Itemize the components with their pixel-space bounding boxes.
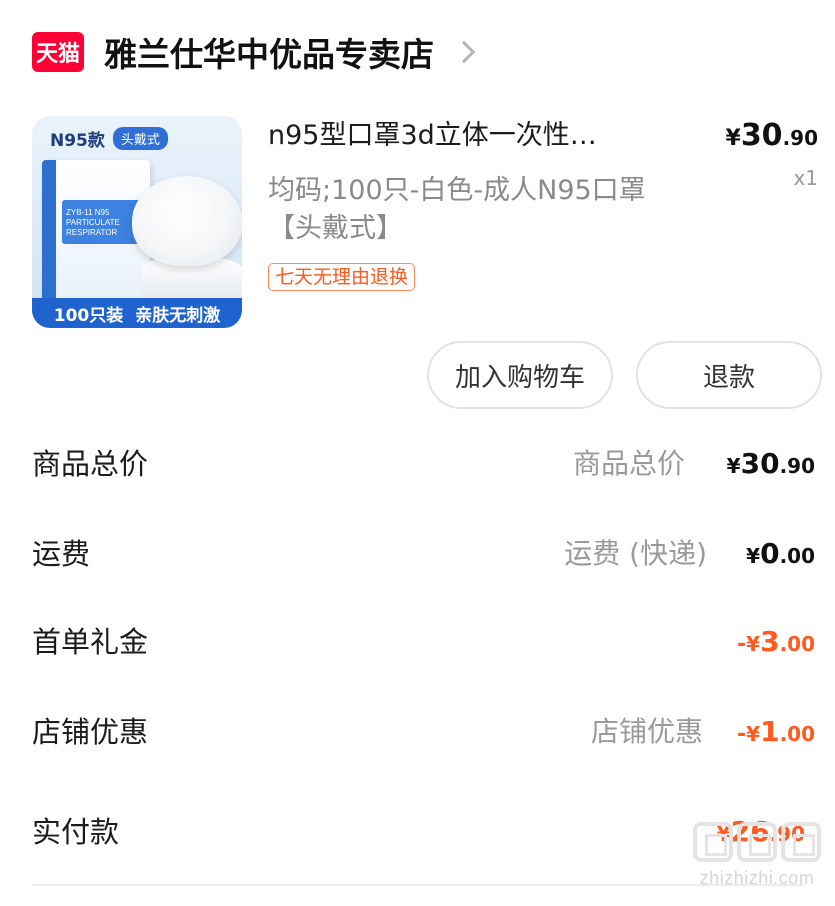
store-header[interactable]: 天猫 雅兰仕华中优品专卖店 [0, 0, 835, 104]
shipping-decimal: .00 [779, 544, 815, 568]
shipping-integer: 0 [760, 537, 780, 570]
watermark-glyph [781, 822, 821, 862]
chevron-right-icon[interactable] [452, 40, 476, 64]
return-policy-badge: 七天无理由退换 [268, 263, 416, 291]
store-name[interactable]: 雅兰仕华中优品专卖店 [104, 28, 434, 76]
summary-row-store-discount: 店铺优惠 店铺优惠 -¥1.00 [0, 702, 835, 762]
goods-total-sublabel: 商品总价 [572, 447, 685, 480]
store-discount-integer: 1 [760, 715, 780, 748]
shipping-sublabel: 运费 (快递) [564, 537, 707, 570]
tmall-badge-label: 天猫 [35, 42, 80, 67]
mask-image [132, 176, 242, 266]
shipping-amount: ¥0.00 [746, 524, 815, 588]
goods-total-decimal: .90 [779, 454, 815, 478]
goods-total-amount: ¥30.90 [727, 434, 815, 498]
store-discount-currency: ¥ [746, 722, 761, 746]
first-order-gift-currency: ¥ [746, 632, 761, 656]
thumb-banner: 100只装 亲肤无刺激 [32, 298, 242, 328]
watermark: zhizhizhi.com [693, 822, 821, 889]
goods-total-integer: 30 [740, 447, 780, 480]
summary-row-goods-total: 商品总价 商品总价 ¥30.90 [0, 434, 835, 494]
first-order-gift-integer: 3 [760, 625, 780, 658]
shipping-currency: ¥ [746, 544, 761, 568]
refund-button[interactable]: 退款 [636, 341, 822, 409]
shipping-label: 运费 [32, 537, 91, 571]
summary-row-shipping: 运费 运费 (快递) ¥0.00 [0, 524, 835, 584]
summary-row-first-order-gift: 首单礼金 -¥3.00 [0, 612, 835, 672]
paid-label: 实付款 [32, 815, 120, 849]
store-discount-label: 店铺优惠 [32, 715, 149, 749]
price-integer: 30 [740, 118, 783, 153]
first-order-gift-amount: -¥3.00 [737, 612, 815, 676]
thumb-tag-label: 头戴式 [112, 127, 168, 150]
store-discount-sign: - [737, 722, 747, 747]
first-order-gift-decimal: .00 [779, 632, 815, 656]
product-title[interactable]: n95型口罩3d立体一次性… [268, 118, 688, 154]
price-decimal: .90 [782, 126, 818, 150]
store-discount-amount: -¥1.00 [737, 702, 815, 766]
store-discount-decimal: .00 [779, 722, 815, 746]
product-spec: 均码;100只-白色-成人N95口罩【头戴式】 [268, 175, 646, 244]
tmall-logo-icon: 天猫 [32, 32, 84, 72]
thumb-banner-feature: 亲肤无刺激 [135, 305, 221, 326]
product-thumbnail[interactable]: N95款 头戴式 ZYB-11 N95 PARTICULATE RESPIRAT… [32, 116, 242, 328]
watermark-logo-icon [693, 822, 821, 862]
price-currency: ¥ [725, 126, 741, 151]
watermark-glyph [737, 822, 777, 862]
watermark-glyph [693, 822, 733, 862]
watermark-text: zhizhizhi.com [699, 868, 815, 888]
first-order-gift-label: 首单礼金 [32, 625, 149, 659]
first-order-gift-sign: - [737, 632, 747, 657]
divider [32, 884, 803, 886]
store-discount-sublabel: 店铺优惠 [590, 715, 703, 748]
thumb-banner-count: 100只装 [53, 305, 124, 326]
goods-total-label: 商品总价 [32, 447, 149, 481]
thumb-model-label: N95款 [50, 131, 105, 151]
goods-total-currency: ¥ [726, 454, 741, 478]
add-to-cart-button[interactable]: 加入购物车 [427, 341, 613, 409]
product-quantity: x1 [793, 166, 818, 190]
product-price: ¥30.90 [726, 118, 819, 158]
thumb-header: N95款 头戴式 [50, 126, 168, 151]
